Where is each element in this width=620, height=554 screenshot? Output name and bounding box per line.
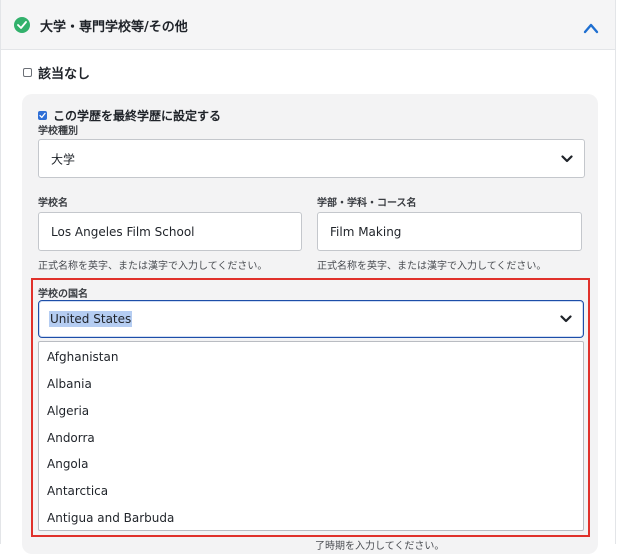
section-header[interactable]: 大学・専門学校等/その他 (1, 0, 615, 50)
school-type-value: 大学 (51, 152, 76, 166)
country-option[interactable]: Angola (47, 457, 88, 471)
school-name-label: 学校名 (38, 198, 68, 209)
none-checkbox[interactable] (23, 67, 32, 77)
country-option[interactable]: Andorra (47, 431, 95, 445)
country-option[interactable]: Antigua and Barbuda (47, 511, 174, 525)
faculty-label: 学部・学科・コース名 (317, 198, 417, 209)
school-type-select[interactable]: 大学 (38, 139, 585, 178)
school-name-value: Los Angeles Film School (51, 224, 195, 239)
country-select[interactable]: United States (38, 300, 584, 338)
chevron-up-icon[interactable] (583, 19, 599, 34)
country-label: 学校の国名 (38, 289, 88, 300)
education-form: 大学・専門学校等/その他 該当なし この学歴を最終学歴に設定する 学校種別 大学… (0, 0, 616, 554)
final-education-checkbox[interactable] (38, 110, 47, 120)
country-dropdown-list[interactable]: Afghanistan Albania Algeria Andorra Ango… (38, 341, 584, 531)
country-option[interactable]: Algeria (47, 404, 89, 418)
none-checkbox-label: 該当なし (38, 66, 91, 82)
faculty-hint: 正式名称を英字、または漢字で入力してください。 (317, 261, 547, 272)
final-education-label: この学歴を最終学歴に設定する (53, 108, 222, 123)
country-option[interactable]: Afghanistan (47, 350, 118, 364)
final-education-row[interactable]: この学歴を最終学歴に設定する (38, 108, 222, 123)
section-title: 大学・専門学校等/その他 (40, 20, 188, 35)
school-name-input[interactable]: Los Angeles Film School (38, 212, 302, 251)
chevron-down-icon (561, 154, 573, 162)
school-name-hint: 正式名称を英字、または漢字で入力してください。 (38, 261, 268, 272)
school-type-label: 学校種別 (38, 126, 78, 137)
none-checkbox-row[interactable]: 該当なし (23, 64, 91, 82)
faculty-input[interactable]: Film Making (317, 212, 582, 251)
country-value: United States (49, 311, 133, 327)
completion-date-hint: 了時期を入力してください。 (315, 541, 445, 552)
faculty-value: Film Making (330, 224, 402, 239)
country-option[interactable]: Albania (47, 377, 92, 391)
check-circle-icon (14, 17, 30, 33)
chevron-down-icon (560, 315, 572, 323)
country-option[interactable]: Antarctica (47, 484, 108, 498)
